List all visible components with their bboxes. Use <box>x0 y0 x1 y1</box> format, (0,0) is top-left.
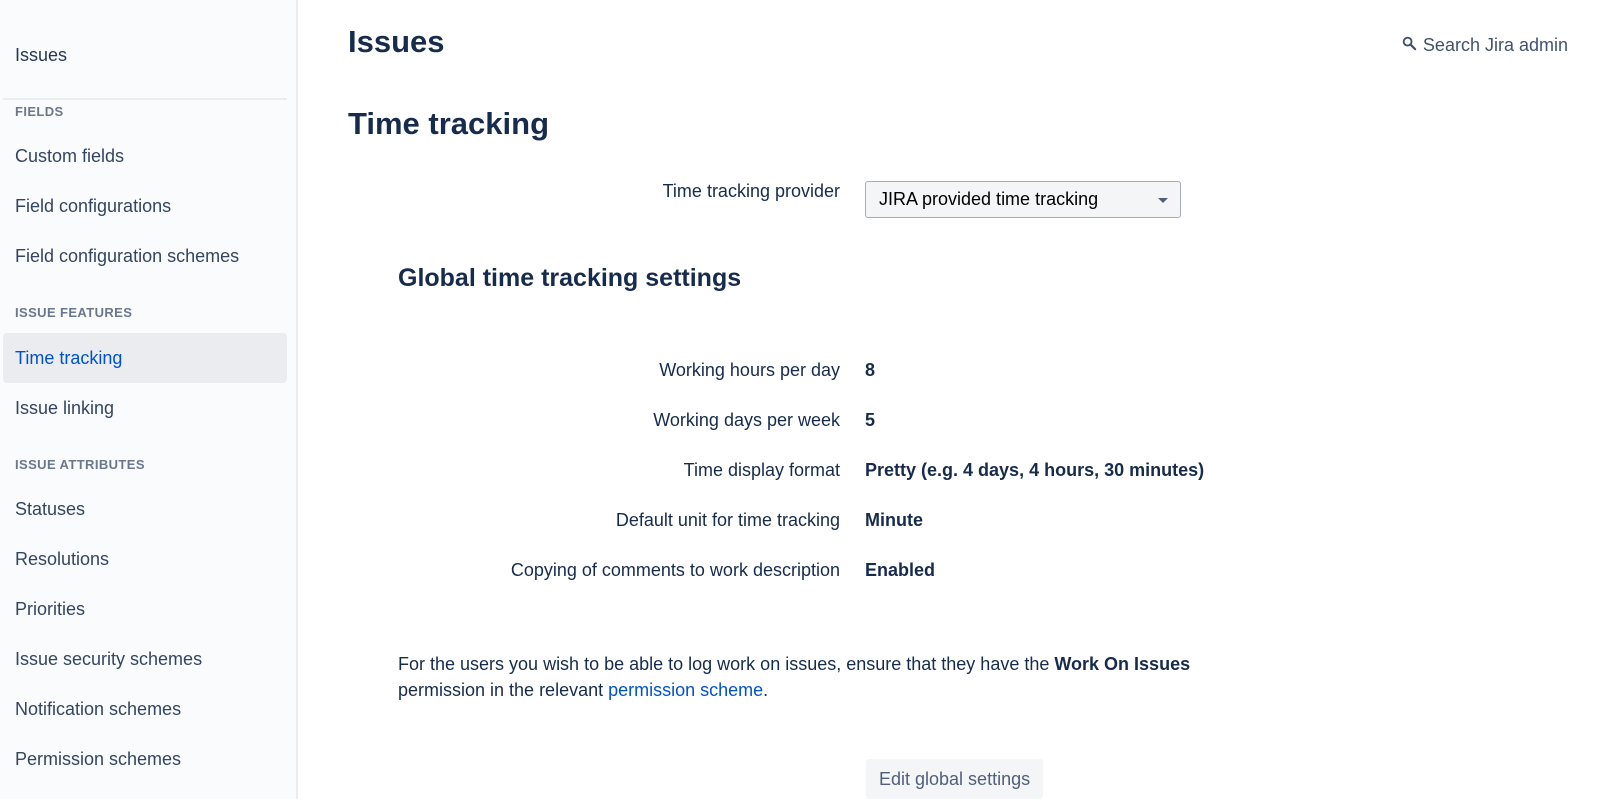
sidebar-item-custom-fields[interactable]: Custom fields <box>3 131 287 181</box>
setting-value: Minute <box>865 510 923 530</box>
sidebar-item-resolutions[interactable]: Resolutions <box>3 534 287 584</box>
sidebar-item-field-configuration-schemes[interactable]: Field configuration schemes <box>3 231 287 281</box>
setting-value: 5 <box>865 410 876 430</box>
main-content: Issues Search Jira admin Time tracking T… <box>300 0 1600 799</box>
setting-row: Working hours per day 8 <box>300 360 1600 390</box>
setting-label: Time display format <box>683 460 840 480</box>
time-tracking-provider-select[interactable]: JIRA provided time tracking <box>865 181 1181 218</box>
setting-value: Enabled <box>865 560 936 580</box>
setting-label: Copying of comments to work description <box>510 560 840 580</box>
sidebar-item-issue-security-schemes[interactable]: Issue security schemes <box>3 634 287 684</box>
setting-label: Working days per week <box>653 410 840 430</box>
sidebar: Issues FIELDS Custom fields Field config… <box>0 0 298 799</box>
permission-scheme-link[interactable]: permission scheme <box>608 680 763 700</box>
search-icon <box>1402 35 1417 56</box>
provider-selected-value: JIRA provided time tracking <box>879 189 1099 209</box>
global-settings-heading: Global time tracking settings <box>398 264 742 292</box>
search-jira-admin-label: Search Jira admin <box>1422 35 1568 55</box>
setting-value: 8 <box>865 360 876 380</box>
page-title: Time tracking <box>348 106 550 141</box>
sidebar-item-field-configurations[interactable]: Field configurations <box>3 181 287 231</box>
setting-row: Time display format Pretty (e.g. 4 days,… <box>300 460 1600 490</box>
chevron-down-icon <box>1158 198 1168 203</box>
sidebar-item-priorities[interactable]: Priorities <box>3 584 287 634</box>
page-header: Issues <box>348 24 445 59</box>
sidebar-section-issue-attributes: ISSUE ATTRIBUTES <box>15 457 145 472</box>
sidebar-title: Issues <box>15 45 68 65</box>
info-text-part: permission in the relevant <box>398 680 609 700</box>
sidebar-item-notification-schemes[interactable]: Notification schemes <box>3 684 287 734</box>
work-on-issues-permission: Work On Issues <box>1054 654 1191 674</box>
edit-global-settings-button[interactable]: Edit global settings <box>866 759 1044 799</box>
sidebar-item-issue-linking[interactable]: Issue linking <box>3 383 287 433</box>
setting-row: Working days per week 5 <box>300 410 1600 440</box>
sidebar-section-fields: FIELDS <box>15 104 64 119</box>
info-text-part: . <box>763 680 769 700</box>
setting-label: Working hours per day <box>659 360 840 380</box>
search-jira-admin-link[interactable]: Search Jira admin <box>1402 35 1568 56</box>
permission-info-text: For the users you wish to be able to log… <box>398 651 1218 703</box>
sidebar-item-statuses[interactable]: Statuses <box>3 484 287 534</box>
provider-label: Time tracking provider <box>662 181 840 201</box>
info-text-part: For the users you wish to be able to log… <box>398 654 1055 674</box>
setting-value: Pretty (e.g. 4 days, 4 hours, 30 minutes… <box>865 460 1205 480</box>
setting-row: Copying of comments to work description … <box>300 560 1600 590</box>
sidebar-item-time-tracking[interactable]: Time tracking <box>3 333 287 383</box>
setting-row: Default unit for time tracking Minute <box>300 510 1600 540</box>
sidebar-item-permission-schemes[interactable]: Permission schemes <box>3 734 287 784</box>
setting-label: Default unit for time tracking <box>615 510 840 530</box>
sidebar-divider <box>3 98 287 100</box>
sidebar-section-issue-features: ISSUE FEATURES <box>15 305 133 320</box>
